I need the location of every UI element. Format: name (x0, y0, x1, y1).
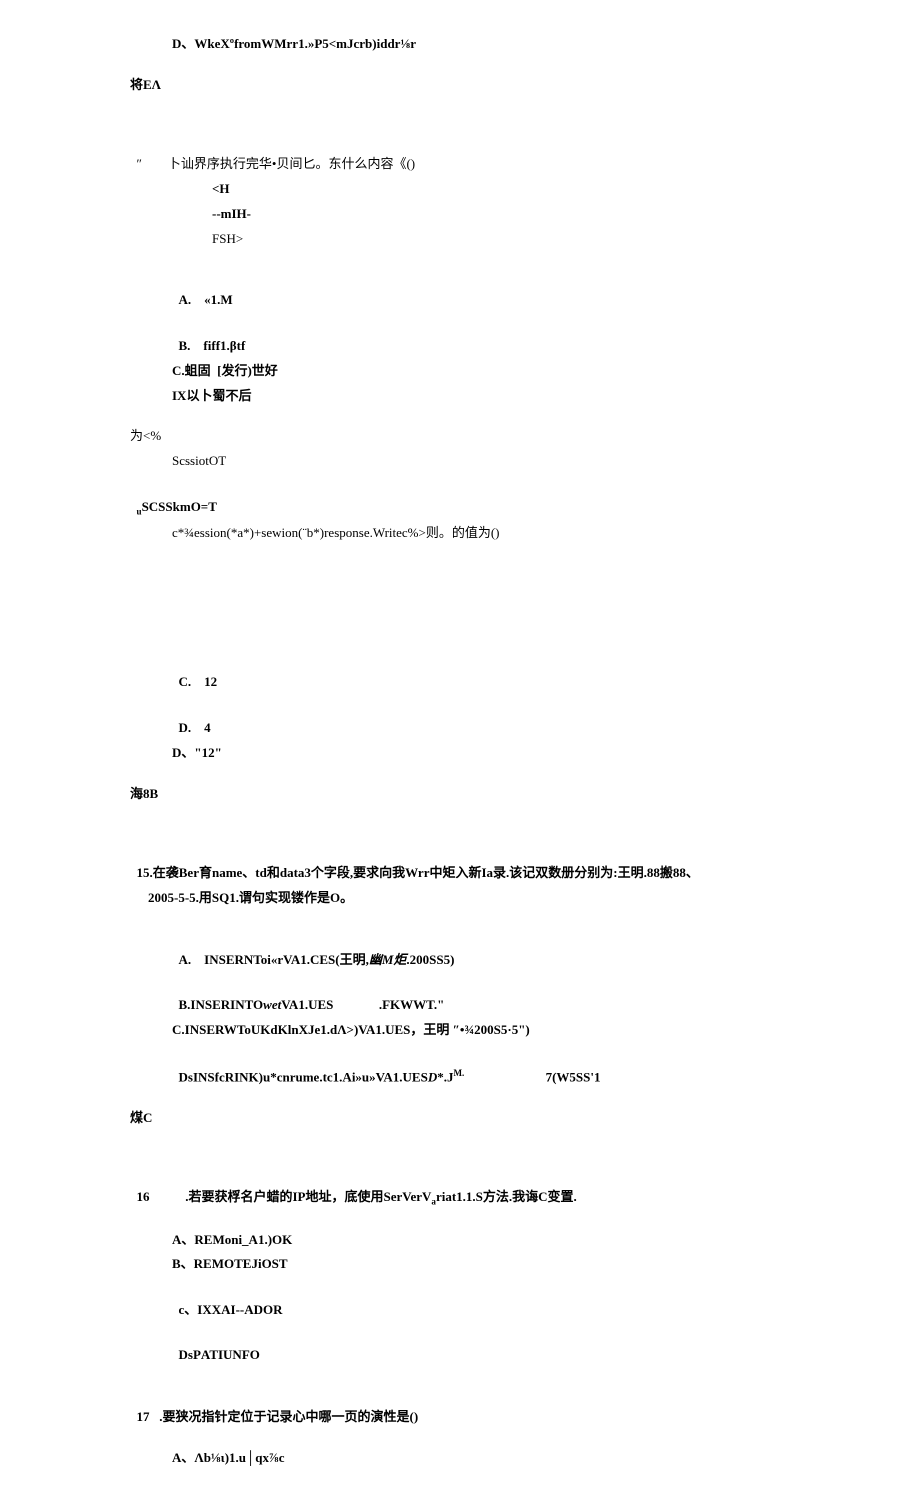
label-a: A. (179, 292, 192, 307)
q15-d-p4: 7(W5SS'1 (546, 1069, 601, 1084)
q15-a-p3: .200SS5) (406, 952, 454, 967)
mid1: 为<% (130, 426, 790, 447)
q15-stem: 15.在袭Ber育name、td和data3个字段,要求向我Wrr中矩入新Ia录… (130, 842, 790, 884)
q15-a-p1: INSERNToi«rVA1.CES(王明, (204, 952, 369, 967)
q15-b-p2: wet (263, 997, 281, 1012)
q15-opt-d: DsINSfcRINK)u*cnrume.tc1.Ai»u»VA1.UESD*.… (172, 1045, 790, 1088)
mid3: uSCSSkmO=T (130, 476, 790, 519)
q16-c-p2: XXAI (202, 1302, 235, 1317)
q15-opt-b: B.INSERINTOwetVA1.UES .FKWWT." (172, 974, 790, 1016)
answer-e: 将EΛ (130, 75, 790, 96)
q14-opt-b: B. fiff1.βtf (172, 315, 790, 357)
q17-opt-a: A、Λb⅛ι)1.u│qx⅞c (172, 1448, 790, 1469)
q14-code2: --mIH- (212, 204, 790, 225)
q15-d-p1: DsINSfcRINK)u*cnrume.tc1.Ai»u»VA1.UES (179, 1069, 428, 1084)
q16-num: 16 (137, 1189, 150, 1204)
q15-opt-a: A. INSERNToi«rVA1.CES(王明,幽M炬.200SS5) (172, 929, 790, 971)
q14-opt-d: IX以卜蜀不后 (172, 386, 790, 407)
mid4: c*¾ession(*a*)+sewion(¨b*)response.Write… (172, 523, 790, 544)
answer-c: 煤C (130, 1108, 790, 1129)
value-a: «1.M (204, 292, 233, 307)
q16-d-p2: ATIUNFO (201, 1347, 260, 1362)
q16-p1: .若要获桴名户蜡的IP地址，底使用SerVerV (185, 1189, 431, 1204)
value-d: 4 (204, 720, 211, 735)
q15-stem-cont: 2005-5-5.用SQ1.谓句实现镂作是O。 (148, 888, 790, 909)
q16-opt-c: c、IXXAI--ADOR (172, 1279, 790, 1321)
label-d: D. (179, 720, 192, 735)
q15-a-p2: 幽M炬 (369, 952, 407, 967)
opt-d: D. 4 (172, 697, 790, 739)
q16-stem: 16 .若要获桴名户蜡的IP地址，底使用SerVerVariat1.1.S方法.… (130, 1167, 790, 1210)
q16-opt-a: A、REMoni_A1.)OK (172, 1230, 790, 1251)
q16-c-p3: --ADOR (236, 1302, 283, 1317)
q14-stem-text: 卜讪界序执行完华•贝间匕。东什么内容《() (168, 156, 415, 171)
q16-p2: riat1.1.S方法.我诲C变置. (436, 1189, 577, 1204)
q15-b-p1: B.INSERINTO (179, 997, 264, 1012)
quote-mark: ″ (137, 156, 142, 171)
answer-8b: 海8B (130, 784, 790, 805)
q15-d-p3: *.J (437, 1069, 453, 1084)
q17-stem: 17 .要狭况指针定位于记录心中哪一页的演性是() (130, 1386, 790, 1428)
q16-d-p1: DsP (179, 1347, 201, 1362)
label-c: C. (179, 674, 192, 689)
q15-stem1: .在袭Ber育name、td和data3个字段,要求向我Wrr中矩入新Ia录.该… (150, 865, 699, 880)
q16-c-p1: c、I (179, 1302, 203, 1317)
q15-b-p4: .FKWWT." (379, 997, 444, 1012)
q14-code3: FSH> (212, 229, 790, 250)
q16-opt-b: B、REMOTEJiOST (172, 1254, 790, 1275)
q17-text: .要狭况指针定位于记录心中哪一页的演性是() (159, 1409, 418, 1424)
q15-b-p3: VA1.UES (281, 997, 333, 1012)
opt-d2: D、"12" (172, 743, 790, 764)
q15-d-p2: D (428, 1069, 437, 1084)
value-b: fiff1.βtf (203, 338, 245, 353)
q14-opt-a: A. «1.M (172, 270, 790, 312)
label-b: B. (179, 338, 191, 353)
mid3-text: SCSSkmO=T (142, 499, 217, 514)
mid2: ScssiotOT (172, 451, 790, 472)
value-c: 12 (204, 674, 217, 689)
q15-num: 15 (137, 865, 150, 880)
q15-d-sup: M. (453, 1068, 464, 1078)
q15-a-label: A. (179, 952, 192, 967)
q16-opt-d: DsPATIUNFO (172, 1325, 790, 1367)
opt-c: C. 12 (172, 652, 790, 694)
q14-opt-c: C.蛆固 [发行)世好 (172, 361, 790, 382)
q14-stem: ″ 卜讪界序执行完华•贝间匕。东什么内容《() (130, 134, 790, 176)
q17-num: 17 (137, 1409, 150, 1424)
q15-opt-c: C.INSERWToUKdKlnXJe1.dΛ>)VA1.UES，王明 ″•¾2… (172, 1020, 790, 1041)
q14-code1: <H (212, 179, 790, 200)
line-d-option: D、WkeXºfromWMrr1.»P5<mJcrb)iddr⅛r (172, 34, 790, 55)
